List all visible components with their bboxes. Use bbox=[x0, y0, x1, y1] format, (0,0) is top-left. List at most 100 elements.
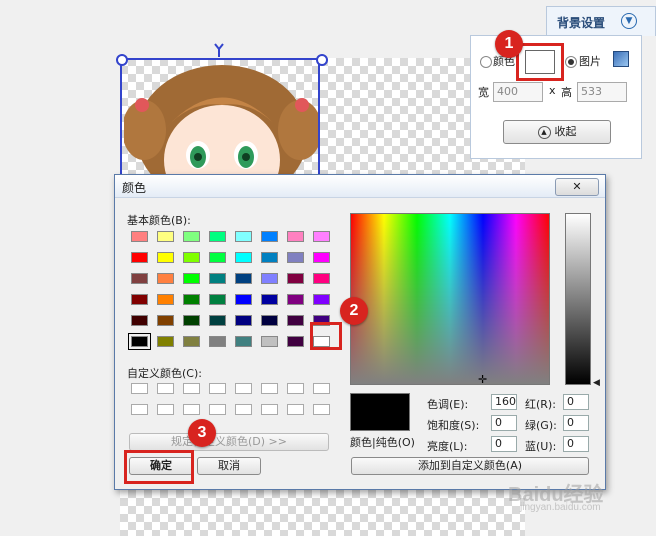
basic-color-swatch[interactable] bbox=[287, 294, 304, 305]
basic-color-swatch[interactable] bbox=[183, 294, 200, 305]
sat-input[interactable]: 0 bbox=[491, 415, 517, 431]
custom-color-swatch[interactable] bbox=[157, 383, 174, 394]
custom-color-swatch[interactable] bbox=[287, 383, 304, 394]
basic-color-swatch[interactable] bbox=[183, 273, 200, 284]
custom-color-swatch[interactable] bbox=[235, 383, 252, 394]
basic-color-swatch[interactable] bbox=[209, 252, 226, 263]
basic-color-swatch[interactable] bbox=[209, 231, 226, 242]
basic-color-swatch[interactable] bbox=[261, 231, 278, 242]
basic-color-swatch[interactable] bbox=[131, 252, 148, 263]
color-spectrum[interactable] bbox=[350, 213, 550, 385]
custom-color-swatch[interactable] bbox=[209, 404, 226, 415]
resize-handle-top-left[interactable] bbox=[116, 54, 128, 66]
basic-color-swatch[interactable] bbox=[157, 336, 174, 347]
basic-color-swatch[interactable] bbox=[131, 294, 148, 305]
red-label: 红(R): bbox=[525, 398, 556, 411]
width-input[interactable]: 400 bbox=[493, 82, 543, 102]
basic-color-swatch[interactable] bbox=[287, 315, 304, 326]
custom-color-swatch[interactable] bbox=[261, 404, 278, 415]
lum-input[interactable]: 0 bbox=[491, 436, 517, 452]
custom-colors-label: 自定义颜色(C): bbox=[127, 367, 202, 380]
luminance-slider[interactable] bbox=[565, 213, 591, 385]
custom-color-swatch[interactable] bbox=[313, 383, 330, 394]
basic-color-swatch[interactable] bbox=[157, 231, 174, 242]
dialog-titlebar: 颜色 ✕ bbox=[115, 175, 605, 198]
basic-color-swatch[interactable] bbox=[183, 231, 200, 242]
basic-color-swatch[interactable] bbox=[209, 315, 226, 326]
watermark-url: jingyan.baidu.com bbox=[520, 502, 601, 513]
basic-color-swatch[interactable] bbox=[313, 231, 330, 242]
basic-color-swatch[interactable] bbox=[313, 252, 330, 263]
width-label: 宽 bbox=[478, 86, 489, 99]
basic-color-swatch[interactable] bbox=[131, 315, 148, 326]
basic-color-swatch[interactable] bbox=[313, 273, 330, 284]
dimension-x: x bbox=[549, 84, 556, 97]
basic-color-swatch[interactable] bbox=[157, 252, 174, 263]
basic-color-swatch[interactable] bbox=[235, 294, 252, 305]
basic-color-swatch[interactable] bbox=[287, 231, 304, 242]
basic-color-swatch[interactable] bbox=[261, 294, 278, 305]
custom-color-swatch[interactable] bbox=[183, 383, 200, 394]
custom-color-swatch[interactable] bbox=[261, 383, 278, 394]
basic-color-swatch[interactable] bbox=[261, 273, 278, 284]
radio-image[interactable] bbox=[565, 56, 577, 68]
selection-box[interactable] bbox=[120, 58, 320, 188]
basic-color-swatch[interactable] bbox=[313, 294, 330, 305]
image-picker-icon[interactable] bbox=[613, 51, 629, 67]
basic-color-swatch[interactable] bbox=[235, 315, 252, 326]
radio-color[interactable] bbox=[480, 56, 492, 68]
custom-color-swatch[interactable] bbox=[157, 404, 174, 415]
basic-color-swatch[interactable] bbox=[235, 231, 252, 242]
bg-settings-title: 背景设置 bbox=[557, 16, 606, 30]
basic-color-swatch[interactable] bbox=[157, 315, 174, 326]
basic-color-swatch[interactable] bbox=[209, 294, 226, 305]
basic-color-swatch[interactable] bbox=[131, 231, 148, 242]
luminance-pointer-icon[interactable]: ◀ bbox=[593, 378, 600, 388]
cancel-button[interactable]: 取消 bbox=[197, 457, 261, 475]
height-input[interactable]: 533 bbox=[577, 82, 627, 102]
highlight-white-swatch bbox=[310, 322, 342, 350]
basic-color-swatch[interactable] bbox=[287, 336, 304, 347]
dialog-close-button[interactable]: ✕ bbox=[555, 178, 599, 196]
basic-color-swatch[interactable] bbox=[235, 336, 252, 347]
basic-color-swatch[interactable] bbox=[287, 252, 304, 263]
custom-color-swatch[interactable] bbox=[287, 404, 304, 415]
height-label: 高 bbox=[561, 86, 572, 99]
basic-color-swatch[interactable] bbox=[261, 252, 278, 263]
custom-color-swatch[interactable] bbox=[235, 404, 252, 415]
custom-color-swatch[interactable] bbox=[313, 404, 330, 415]
basic-color-swatch[interactable] bbox=[183, 336, 200, 347]
basic-color-swatch[interactable] bbox=[209, 336, 226, 347]
collapse-button[interactable]: ▲ 收起 bbox=[503, 120, 611, 144]
collapse-icon: ▲ bbox=[537, 125, 551, 139]
custom-color-swatch[interactable] bbox=[131, 404, 148, 415]
basic-color-swatch[interactable] bbox=[235, 252, 252, 263]
custom-color-swatch[interactable] bbox=[209, 383, 226, 394]
basic-color-swatch[interactable] bbox=[287, 273, 304, 284]
basic-color-swatch[interactable] bbox=[157, 273, 174, 284]
hue-input[interactable]: 160 bbox=[491, 394, 517, 410]
basic-color-swatch[interactable] bbox=[157, 294, 174, 305]
bg-settings-tab[interactable]: 背景设置 ▼ bbox=[546, 6, 656, 36]
custom-color-swatch[interactable] bbox=[183, 404, 200, 415]
basic-color-swatch[interactable] bbox=[128, 333, 151, 350]
basic-color-swatch[interactable] bbox=[261, 315, 278, 326]
basic-color-swatch[interactable] bbox=[183, 252, 200, 263]
green-input[interactable]: 0 bbox=[563, 415, 589, 431]
blue-label: 蓝(U): bbox=[525, 440, 557, 453]
basic-color-swatch[interactable] bbox=[235, 273, 252, 284]
custom-color-swatch[interactable] bbox=[131, 383, 148, 394]
add-custom-color-button[interactable]: 添加到自定义颜色(A) bbox=[351, 457, 589, 475]
color-preview bbox=[350, 393, 410, 431]
basic-color-swatch[interactable] bbox=[131, 273, 148, 284]
callout-2: 2 bbox=[340, 297, 368, 325]
resize-handle-top-right[interactable] bbox=[316, 54, 328, 66]
basic-color-swatch[interactable] bbox=[209, 273, 226, 284]
rotate-handle[interactable] bbox=[214, 43, 224, 57]
basic-color-swatch[interactable] bbox=[261, 336, 278, 347]
chevron-down-icon[interactable]: ▼ bbox=[621, 13, 637, 29]
basic-color-swatch[interactable] bbox=[183, 315, 200, 326]
radio-image-label: 图片 bbox=[579, 55, 601, 68]
red-input[interactable]: 0 bbox=[563, 394, 589, 410]
blue-input[interactable]: 0 bbox=[563, 436, 589, 452]
